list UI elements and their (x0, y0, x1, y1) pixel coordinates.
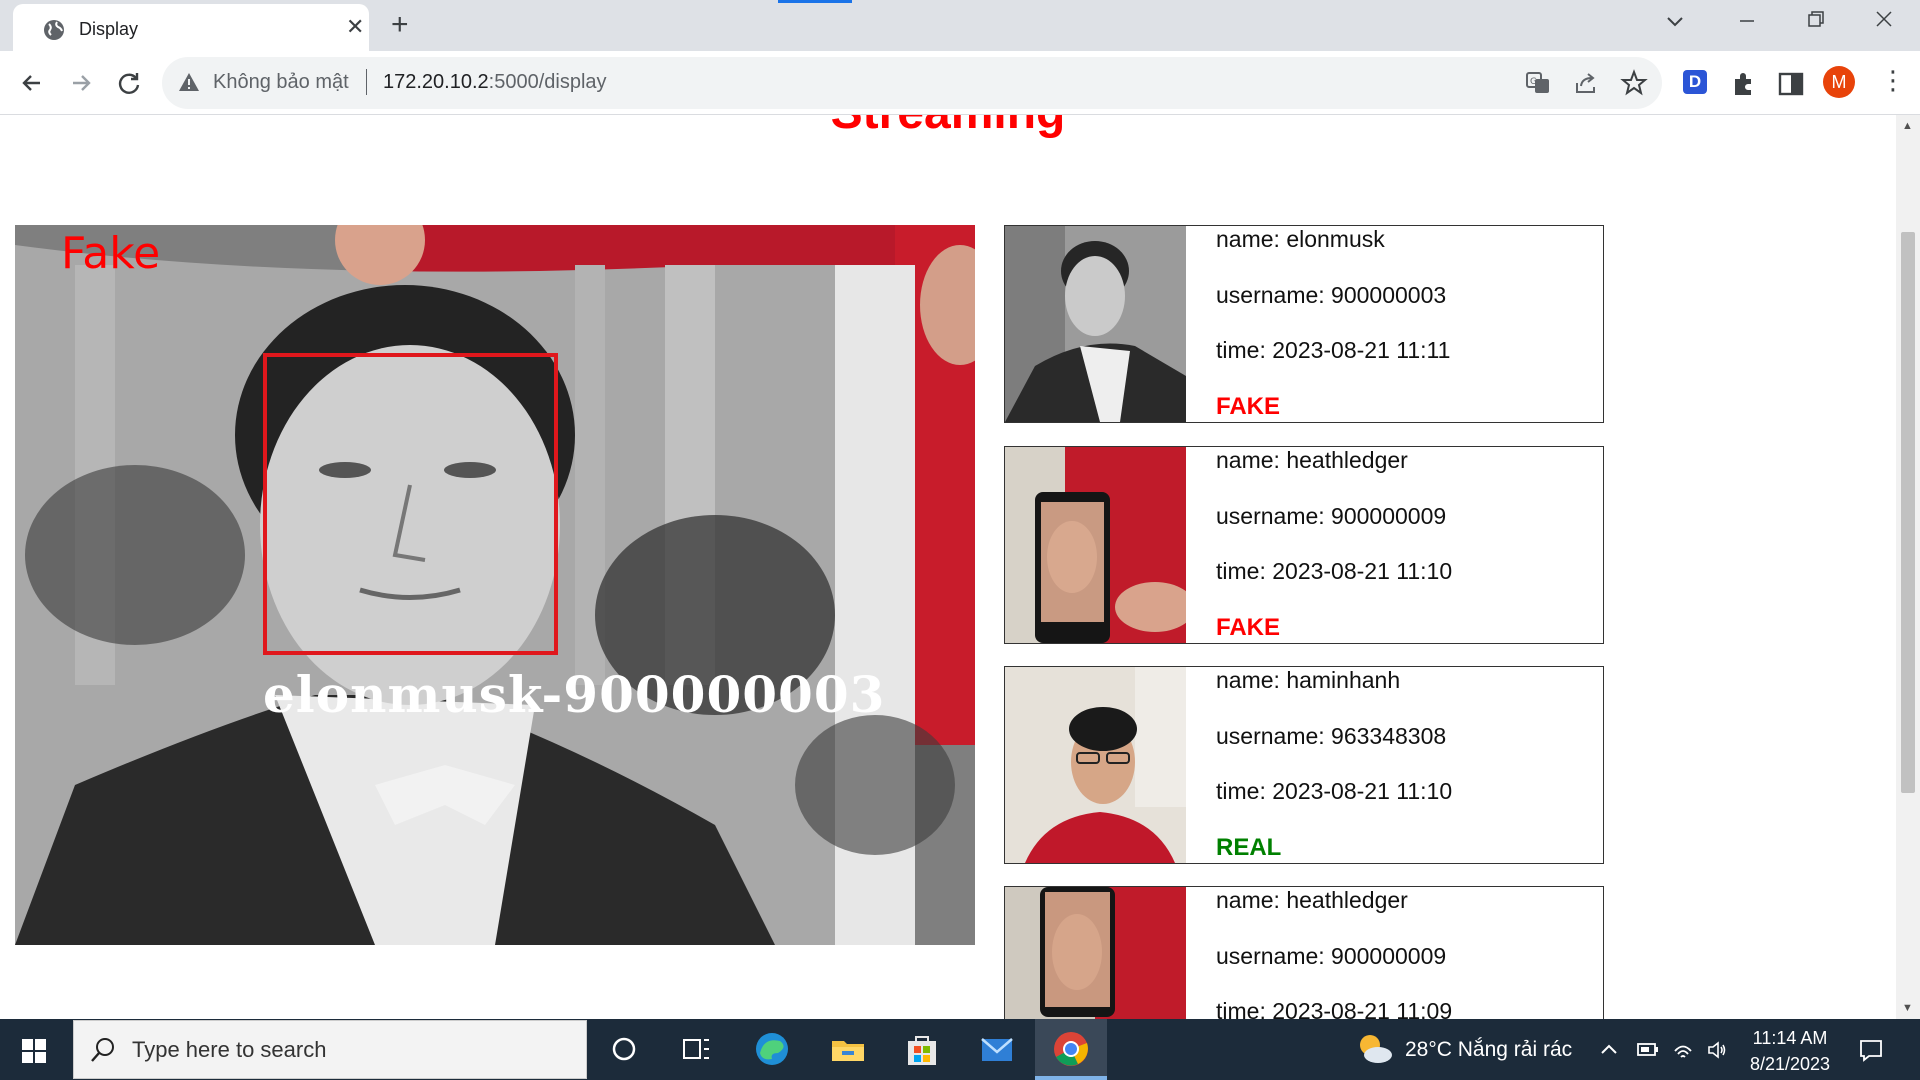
restore-button[interactable] (1807, 8, 1825, 34)
history-username: username: 963348308 (1216, 723, 1447, 749)
translate-icon[interactable]: G (1524, 69, 1552, 97)
chrome-icon[interactable] (1051, 1029, 1091, 1069)
clock-date: 8/21/2023 (1749, 1054, 1831, 1074)
task-view-icon[interactable] (676, 1029, 716, 1069)
windows-start-icon[interactable] (22, 1039, 46, 1063)
taskbar-search-box[interactable]: Type here to search (73, 1020, 587, 1079)
battery-icon[interactable] (1636, 1039, 1658, 1061)
history-name: name: elonmusk (1216, 226, 1385, 252)
history-username: username: 900000009 (1216, 503, 1447, 529)
scroll-up-arrow-icon[interactable]: ▲ (1902, 121, 1914, 132)
history-photo (1005, 226, 1186, 422)
windows-taskbar: Type here to search 28°C Nắng rải rác 11… (0, 1019, 1920, 1080)
back-button[interactable] (14, 65, 50, 101)
warning-icon[interactable] (178, 72, 200, 92)
stream-frame: Fake elonmusk-900000003 (15, 225, 975, 945)
address-bar[interactable]: Không bảo mật 172.20.10.2:5000/display G (162, 57, 1662, 109)
cortana-icon[interactable] (604, 1029, 644, 1069)
taskbar-clock[interactable]: 11:14 AM 8/21/2023 (1740, 1025, 1840, 1077)
tab-strip: Display ✕ + (0, 0, 1920, 51)
omnibox-divider (366, 69, 367, 95)
new-tab-button[interactable]: + (391, 8, 409, 42)
history-photo (1005, 447, 1186, 643)
tab-close-icon[interactable]: ✕ (346, 16, 364, 38)
history-card: name: haminhanh username: 963348308 time… (1004, 666, 1604, 864)
clock-time: 11:14 AM (1752, 1028, 1828, 1048)
face-bounding-box (263, 353, 558, 655)
history-card: name: heathledger username: 900000009 ti… (1004, 446, 1604, 644)
active-app-indicator (1035, 1076, 1107, 1080)
volume-icon[interactable] (1706, 1039, 1728, 1061)
weather-text[interactable]: 28°C Nắng rải rác (1405, 1038, 1572, 1062)
wifi-icon[interactable] (1672, 1039, 1694, 1061)
notifications-icon[interactable] (1858, 1037, 1884, 1063)
history-status: REAL (1216, 834, 1282, 861)
globe-icon (44, 20, 64, 40)
history-time: time: 2023-08-21 11:09 (1216, 998, 1453, 1019)
tab-search-chevron-icon[interactable] (1666, 8, 1684, 34)
url-text[interactable]: 172.20.10.2:5000/display (383, 71, 607, 94)
extensions-puzzle-icon[interactable] (1729, 69, 1759, 99)
minimize-button[interactable] (1738, 6, 1756, 32)
mail-icon[interactable] (977, 1029, 1017, 1069)
history-card: name: elonmusk username: 900000003 time:… (1004, 225, 1604, 423)
scroll-down-arrow-icon[interactable]: ▼ (1902, 1003, 1914, 1014)
detection-identity: elonmusk-900000003 (263, 665, 886, 724)
history-photo (1005, 667, 1186, 863)
history-name: name: heathledger (1216, 887, 1408, 913)
scrollbar-thumb[interactable] (1901, 232, 1915, 793)
page-heading: Streaming (0, 115, 1896, 140)
not-secure-label[interactable]: Không bảo mật (213, 71, 349, 94)
side-panel-icon[interactable] (1776, 69, 1806, 99)
url-path: :5000/display (488, 71, 607, 93)
page-content: Streaming (0, 115, 1896, 1019)
svg-text:G: G (1530, 77, 1537, 87)
history-time: time: 2023-08-21 11:10 (1216, 778, 1453, 804)
profile-avatar[interactable]: M (1823, 66, 1855, 98)
bookmark-star-icon[interactable] (1620, 69, 1648, 97)
edge-browser-icon[interactable] (752, 1029, 792, 1069)
extension-d-icon[interactable]: D (1683, 70, 1707, 94)
tab-display[interactable]: Display ✕ (13, 4, 369, 51)
browser-chrome: Display ✕ + Không bảo mật 172.20.10.2:50… (0, 0, 1920, 115)
history-photo (1005, 887, 1186, 1019)
show-hidden-icons-chevron-icon[interactable] (1598, 1039, 1620, 1061)
search-placeholder: Type here to search (132, 1037, 327, 1062)
menu-kebab-icon[interactable]: ⋮ (1880, 67, 1906, 93)
history-time: time: 2023-08-21 11:10 (1216, 558, 1453, 584)
history-username: username: 900000009 (1216, 943, 1447, 969)
detection-label: Fake (61, 228, 161, 279)
history-time: time: 2023-08-21 11:11 (1216, 337, 1451, 363)
history-status: FAKE (1216, 614, 1281, 641)
weather-icon[interactable] (1356, 1031, 1394, 1067)
reload-button[interactable] (111, 65, 147, 101)
history-name: name: haminhanh (1216, 667, 1401, 693)
microsoft-store-icon[interactable] (902, 1029, 942, 1069)
history-name: name: heathledger (1216, 447, 1408, 473)
file-explorer-icon[interactable] (828, 1029, 868, 1069)
tab-loading-indicator (778, 0, 852, 3)
tab-title: Display (79, 19, 139, 39)
search-icon (91, 1038, 114, 1062)
page-scrollbar[interactable]: ▲ ▼ (1896, 115, 1920, 1019)
close-window-button[interactable] (1875, 8, 1893, 34)
url-host: 172.20.10.2 (383, 71, 489, 93)
history-card: name: heathledger username: 900000009 ti… (1004, 886, 1604, 1019)
browser-toolbar: Không bảo mật 172.20.10.2:5000/display G… (0, 51, 1920, 115)
share-icon[interactable] (1572, 69, 1600, 97)
history-username: username: 900000003 (1216, 282, 1447, 308)
history-status: FAKE (1216, 393, 1281, 420)
forward-button[interactable] (63, 65, 99, 101)
